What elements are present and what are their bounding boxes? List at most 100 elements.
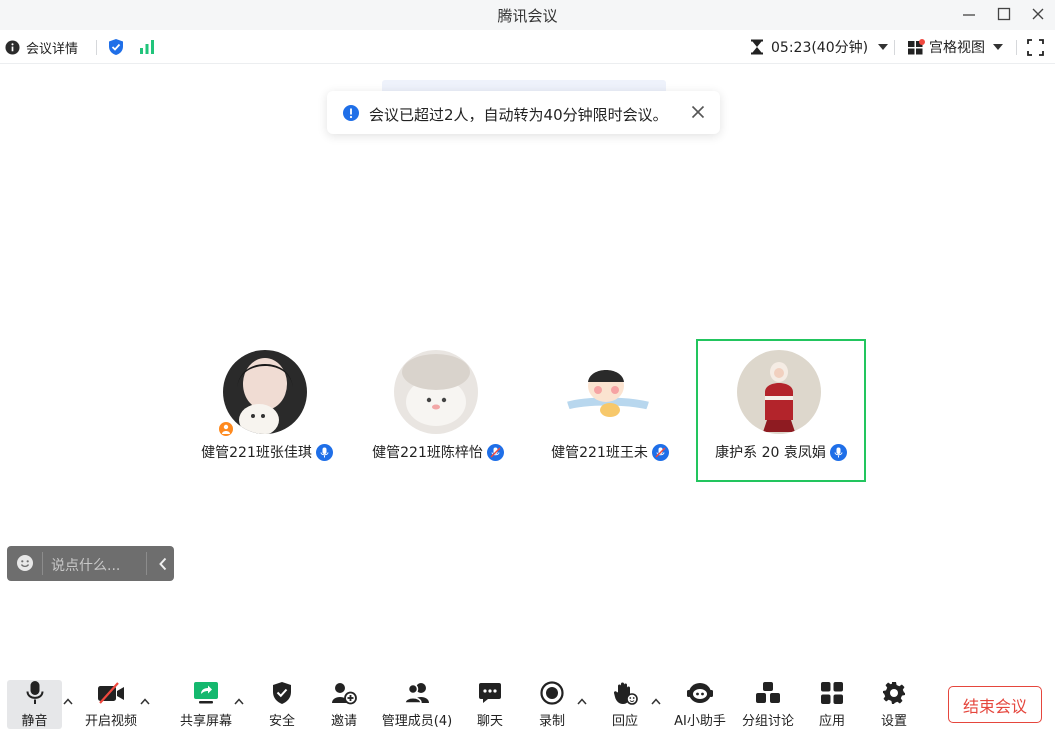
chevron-up-icon [234, 697, 244, 704]
participant-name-row: 康护系 20 袁凤娟 [698, 442, 864, 462]
network-status[interactable] [139, 30, 157, 64]
participant-tile[interactable]: 健管221班王未 [525, 339, 695, 482]
raise-hand-icon [613, 682, 638, 705]
participant-name-row: 健管221班张佳琪 [182, 442, 352, 462]
share-options-caret[interactable] [233, 695, 245, 707]
view-layout-label: 宫格视图 [929, 40, 985, 56]
chevron-left-icon[interactable] [158, 557, 168, 571]
shield-check-icon [273, 682, 291, 704]
signal-bars-icon [140, 40, 154, 54]
members-icon [404, 683, 429, 704]
chevron-up-icon [63, 697, 73, 704]
meeting-timer[interactable]: 05:23(40分钟) [750, 30, 889, 64]
meeting-toolbar: 静音 开启视频 共享屏幕 安全 邀请 管理成员(4) 聊天 录制 回应 AI小助… [0, 676, 1055, 729]
chevron-up-icon [651, 697, 661, 704]
record-label: 录制 [538, 714, 565, 729]
breakout-rooms-button[interactable]: 分组讨论 [738, 680, 798, 729]
hourglass-icon [751, 39, 763, 55]
avatar [566, 350, 650, 434]
participant-tile[interactable]: 健管221班陈梓怡 [353, 339, 523, 482]
chevron-up-icon [577, 697, 587, 704]
timer-text: 05:23(40分钟) [771, 40, 869, 56]
maximize-icon [997, 7, 1011, 21]
invite-user-icon [332, 683, 357, 705]
participant-name: 健管221班王未 [551, 445, 648, 461]
close-icon[interactable] [691, 105, 705, 119]
close-button[interactable] [1021, 0, 1055, 28]
view-layout-button[interactable]: 宫格视图 [907, 30, 1003, 64]
mic-status-badge [651, 443, 669, 461]
chevron-down-icon [878, 44, 889, 50]
shield-check-icon [109, 39, 123, 55]
minimize-icon [963, 14, 975, 16]
gear-icon [883, 682, 905, 704]
ai-assistant-button[interactable]: AI小助手 [670, 680, 730, 729]
host-icon [222, 424, 230, 434]
chat-placeholder: 说点什么... [51, 558, 121, 574]
audio-options-caret[interactable] [62, 695, 74, 707]
mic-status-badge [315, 443, 333, 461]
manage-members-button[interactable]: 管理成员(4) [380, 680, 454, 729]
react-options-caret[interactable] [650, 695, 662, 707]
grid-view-icon [908, 39, 925, 55]
mic-status-badge [829, 443, 847, 461]
title-bar: 腾讯会议 [0, 0, 1055, 30]
invite-label: 邀请 [330, 714, 357, 729]
react-button[interactable]: 回应 [603, 680, 647, 729]
breakout-rooms-label: 分组讨论 [741, 714, 794, 729]
participant-tile-active-speaker[interactable]: 康护系 20 袁凤娟 [696, 339, 866, 482]
record-options-caret[interactable] [576, 695, 588, 707]
avatar [737, 350, 821, 434]
start-video-button[interactable]: 开启视频 [80, 680, 142, 729]
emoji-icon[interactable] [16, 554, 34, 572]
participant-tile[interactable]: 健管221班张佳琪 [182, 339, 352, 482]
breakout-rooms-icon [756, 682, 780, 703]
participant-name: 康护系 20 袁凤娟 [715, 445, 826, 461]
ai-assistant-label: AI小助手 [674, 714, 726, 729]
participant-name: 健管221班张佳琪 [201, 445, 312, 461]
share-screen-button[interactable]: 共享屏幕 [177, 680, 235, 729]
apps-grid-icon [821, 682, 843, 704]
security-status[interactable] [107, 30, 125, 64]
react-label: 回应 [611, 714, 638, 729]
video-options-caret[interactable] [139, 695, 151, 707]
video-camera-off-icon [98, 682, 124, 704]
apps-button[interactable]: 应用 [810, 680, 854, 729]
mute-button[interactable]: 静音 [7, 680, 62, 729]
meeting-details-label: 会议详情 [26, 41, 79, 57]
microphone-icon [320, 447, 329, 457]
meeting-details-button[interactable]: 会议详情 [5, 30, 78, 64]
participant-name-row: 健管221班王未 [525, 442, 695, 462]
limit-notification: 会议已超过2人，自动转为40分钟限时会议。 [327, 91, 720, 134]
settings-button[interactable]: 设置 [872, 680, 916, 729]
manage-members-label: 管理成员(4) [381, 714, 453, 729]
settings-label: 设置 [880, 714, 907, 729]
minimize-button[interactable] [952, 0, 986, 28]
close-icon [1032, 8, 1044, 20]
fullscreen-icon [1027, 38, 1044, 56]
ai-assistant-icon [687, 683, 713, 703]
chat-quick-input[interactable]: 说点什么... [7, 546, 174, 581]
maximize-button[interactable] [987, 0, 1021, 28]
fullscreen-button[interactable] [1027, 30, 1044, 64]
security-button[interactable]: 安全 [260, 680, 304, 729]
notification-text: 会议已超过2人，自动转为40分钟限时会议。 [369, 106, 668, 124]
record-icon [540, 681, 564, 705]
meeting-info-bar: 会议详情 05:23(40分钟) 宫格视图 [0, 30, 1055, 64]
participant-name: 健管221班陈梓怡 [372, 445, 483, 461]
avatar [394, 350, 478, 434]
chat-bubble-icon [479, 683, 501, 703]
host-badge [217, 420, 235, 438]
meeting-window: 腾讯会议 会议详情 05:23(40分钟) 宫格视图 会议已超过2人，自动转为4… [0, 0, 1055, 729]
alert-icon [343, 105, 359, 121]
mute-label: 静音 [21, 714, 48, 729]
chat-label: 聊天 [476, 714, 503, 729]
invite-button[interactable]: 邀请 [322, 680, 366, 729]
window-title: 腾讯会议 [497, 7, 558, 25]
participant-name-row: 健管221班陈梓怡 [353, 442, 523, 462]
microphone-icon [834, 447, 843, 457]
chat-button[interactable]: 聊天 [468, 680, 512, 729]
start-video-label: 开启视频 [84, 714, 137, 729]
end-meeting-button[interactable]: 结束会议 [948, 686, 1042, 723]
record-button[interactable]: 录制 [530, 680, 574, 729]
